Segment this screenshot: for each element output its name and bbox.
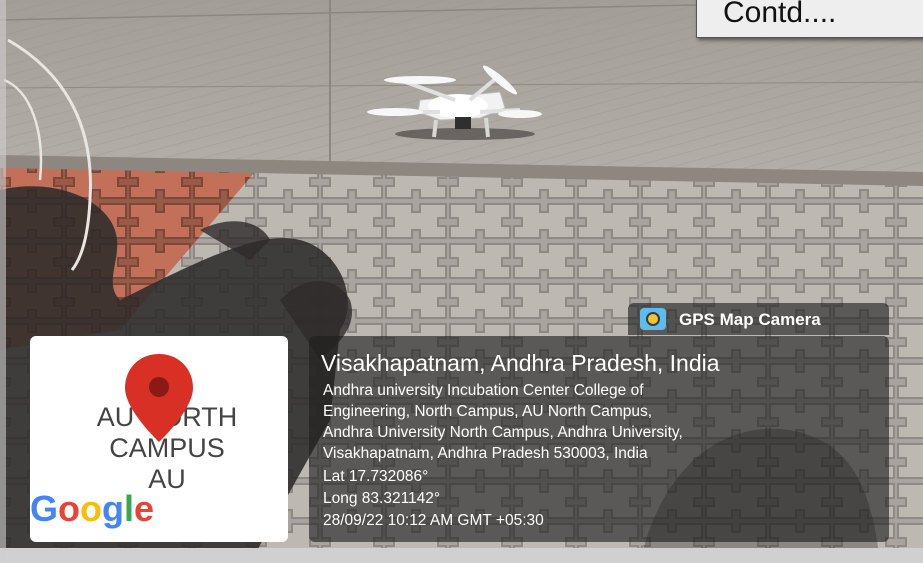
google-letter: l: [124, 488, 135, 529]
google-letter: G: [30, 488, 59, 529]
google-letter: g: [102, 488, 125, 529]
longitude: Long 83.321142°: [323, 490, 441, 507]
map-pin-icon: [125, 354, 193, 442]
timestamp: 28/09/22 10:12 AM GMT +05:30: [323, 512, 544, 529]
google-logo: Google: [30, 488, 154, 530]
google-letter: o: [80, 488, 103, 529]
photo-stage: Contd.... AU NORTH CAMPUS AU Google GPS …: [0, 0, 923, 563]
gps-badge-label: GPS Map Camera: [679, 310, 821, 329]
contd-label: Contd....: [696, 0, 923, 38]
latitude: Lat 17.732086°: [323, 468, 429, 485]
gps-map-camera-badge: GPS Map Camera: [628, 303, 889, 335]
camera-lens-icon: [640, 308, 666, 330]
location-title: Visakhapatnam, Andhra Pradesh, India: [321, 350, 720, 376]
location-info-card: Visakhapatnam, Andhra Pradesh, India And…: [309, 336, 889, 542]
map-thumbnail: AU NORTH CAMPUS AU Google: [30, 336, 288, 542]
address-line: Engineering, North Campus, AU North Camp…: [323, 403, 653, 420]
address-line: Andhra university Incubation Center Coll…: [323, 382, 644, 399]
google-letter: o: [58, 488, 81, 529]
address-line: Andhra University North Campus, Andhra U…: [323, 424, 683, 441]
google-letter: e: [134, 488, 155, 529]
address-line: Visakhapatnam, Andhra Pradesh 530003, In…: [323, 445, 648, 462]
